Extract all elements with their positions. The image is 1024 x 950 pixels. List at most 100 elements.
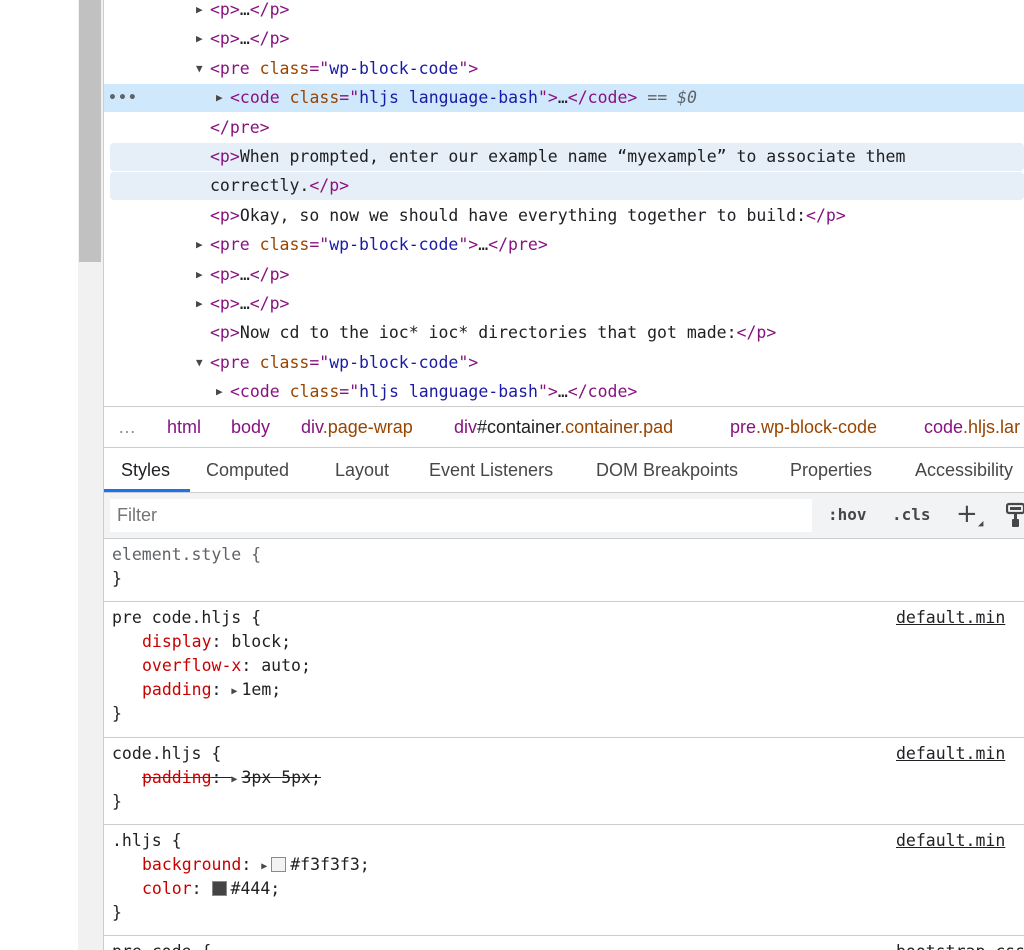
dom-token-tag: </p> [806, 205, 846, 225]
css-property-name[interactable]: display [142, 632, 212, 651]
dom-node[interactable]: ▶ <p>…</p> [104, 0, 1024, 24]
rule-selector[interactable]: .hljs { [112, 829, 182, 853]
breadcrumb-selector: .wp-block-code [756, 417, 878, 437]
dom-token-tag: "> [537, 382, 558, 402]
dom-token-tag: <p> [210, 323, 240, 343]
css-declaration[interactable]: display: block; [142, 630, 291, 654]
rule-selector[interactable]: pre code { [112, 940, 211, 950]
css-property-name[interactable]: background [142, 855, 241, 874]
dom-token-attr-val: wp-block-code [329, 352, 459, 372]
expand-triangle-icon[interactable]: ▶ [216, 378, 230, 406]
css-property-name[interactable]: overflow-x [142, 656, 241, 675]
dom-node-selected[interactable]: ••• ▶ <code class="hljs language-bash">…</… [104, 84, 1024, 113]
page-scrollbar-thumb[interactable] [79, 0, 101, 262]
breadcrumb: … html body div.page-wrap div#container.con… [104, 406, 1024, 448]
dom-token-tag: <pre [210, 235, 260, 255]
dom-token-attr-name: class [259, 58, 310, 78]
breadcrumb-item-div[interactable]: div#container.container.pad [454, 417, 673, 438]
dom-token-tag: <p> [210, 0, 240, 19]
toggle-hover-state-button[interactable]: :hov [828, 505, 867, 524]
tab-styles[interactable]: Styles [121, 460, 170, 481]
expand-triangle-icon[interactable]: ▶ [196, 25, 210, 53]
css-declaration[interactable]: background: ▶ #f3f3f3; [142, 853, 370, 877]
expand-triangle-icon[interactable]: ▶ [196, 231, 210, 259]
expand-triangle-icon[interactable]: ▶ [196, 290, 210, 318]
css-property-value[interactable]: 3px 5px; [241, 768, 320, 787]
rule-source-link[interactable]: bootstrap.css:[cr [896, 940, 1024, 950]
dom-node[interactable]: correctly.</p> [110, 172, 1024, 201]
rule-source-link[interactable]: default.min [896, 606, 1005, 630]
tab-accessibility[interactable]: Accessibility [915, 460, 1013, 481]
dom-node[interactable]: ▼ <pre class="wp-block-code"> [104, 349, 1024, 377]
dom-node[interactable]: ▶ <p>…</p> [104, 261, 1024, 289]
expand-triangle-icon[interactable]: ▶ [216, 84, 230, 112]
tab-dom-breakpoints[interactable]: DOM Breakpoints [596, 460, 738, 481]
rule-source-link[interactable]: default.min [896, 829, 1005, 853]
css-declaration[interactable]: overflow-x: auto; [142, 654, 311, 678]
breadcrumb-item-div[interactable]: div.page-wrap [301, 417, 413, 438]
new-style-rule-menu-icon[interactable]: ◢ [978, 519, 983, 529]
css-property-value[interactable]: 1em; [241, 680, 281, 699]
dom-token-tag: <p> [210, 29, 240, 49]
css-property-value[interactable]: #444; [231, 879, 281, 898]
dom-token-tag: </p> [249, 0, 290, 19]
dom-token-tag: <code [230, 88, 290, 108]
dom-node[interactable]: ▼ <pre class="wp-block-code"> [104, 55, 1024, 83]
dom-token-eq: == $0 [637, 88, 697, 108]
rule-selector[interactable]: pre code.hljs { [112, 606, 261, 630]
breadcrumb-item-code[interactable]: code.hljs.lar [924, 417, 1020, 438]
expand-shorthand-icon[interactable]: ▶ [231, 774, 237, 785]
css-property-name[interactable]: color [142, 879, 192, 898]
tab-computed[interactable]: Computed [206, 460, 289, 481]
paint-brush-icon[interactable] [1006, 502, 1024, 528]
breadcrumb-more-icon[interactable]: … [118, 417, 137, 438]
tab-layout[interactable]: Layout [335, 460, 389, 481]
breadcrumb-item-pre[interactable]: pre.wp-block-code [730, 417, 877, 438]
rule-selector[interactable]: element.style { [112, 543, 261, 567]
css-property-name[interactable]: padding [142, 768, 212, 787]
node-actions-icon[interactable]: ••• [108, 84, 138, 112]
expand-shorthand-icon[interactable]: ▶ [231, 686, 237, 697]
rule-selector[interactable]: code.hljs { [112, 742, 221, 766]
dom-node[interactable]: </pre> [104, 114, 1024, 142]
dom-node[interactable]: ▶ <pre class="wp-block-code">…</pre> [104, 231, 1024, 259]
css-property-value[interactable]: auto; [261, 656, 311, 675]
breadcrumb-item-html[interactable]: html [167, 417, 201, 438]
dom-node[interactable]: ▶ <code class="hljs language-bash">…</cod… [104, 378, 1024, 406]
dom-token-tag: <p> [210, 147, 240, 166]
color-swatch-icon[interactable] [211, 881, 227, 896]
new-style-rule-icon[interactable]: + [956, 499, 978, 529]
dom-token-tag: </pre> [210, 117, 270, 137]
css-colon: : [211, 680, 232, 699]
dom-node[interactable]: <p>Now cd to the ioc* ioc* directories t… [104, 319, 1024, 347]
dom-node[interactable]: ▶ <p>…</p> [104, 290, 1024, 318]
elements-dom-tree[interactable]: ▶ <p>…</p> ▶ <p>…</p> ▼ <pre class="wp-block-… [104, 0, 1024, 406]
css-declaration[interactable]: color: #444; [142, 877, 280, 901]
tab-event-listeners[interactable]: Event Listeners [429, 460, 553, 481]
breadcrumb-tag: pre [730, 417, 757, 437]
rule-source-link[interactable]: default.min [896, 742, 1005, 766]
dom-token-txt: … [239, 294, 250, 313]
dom-token-tag: </code> [567, 382, 638, 402]
css-declaration[interactable]: padding: ▶ 1em; [142, 678, 281, 702]
dom-token-tag: </p> [309, 176, 350, 196]
breadcrumb-item-body[interactable]: body [231, 417, 270, 438]
css-property-name[interactable]: padding [142, 680, 212, 699]
dom-node[interactable]: <p>When prompted, enter our example name… [110, 143, 1024, 171]
toggle-classes-button[interactable]: .cls [892, 505, 931, 524]
css-property-value[interactable]: block; [231, 632, 291, 651]
breadcrumb-selector-classes: .container.pad [560, 417, 674, 437]
css-declaration[interactable]: padding: ▶ 3px 5px; [142, 766, 321, 790]
collapse-triangle-icon[interactable]: ▼ [196, 349, 210, 377]
css-property-value[interactable]: #f3f3f3; [290, 855, 369, 874]
dom-node[interactable]: <p>Okay, so now we should have everythin… [104, 202, 1024, 230]
expand-triangle-icon[interactable]: ▶ [196, 0, 210, 24]
expand-shorthand-icon[interactable]: ▶ [261, 861, 267, 872]
dom-node[interactable]: ▶ <p>…</p> [104, 25, 1024, 53]
collapse-triangle-icon[interactable]: ▼ [196, 55, 210, 83]
expand-triangle-icon[interactable]: ▶ [196, 261, 210, 289]
color-swatch-icon[interactable] [271, 857, 287, 872]
tab-properties[interactable]: Properties [790, 460, 872, 481]
styles-filter-input[interactable] [110, 499, 812, 532]
dom-token-tag: </p> [249, 29, 290, 49]
